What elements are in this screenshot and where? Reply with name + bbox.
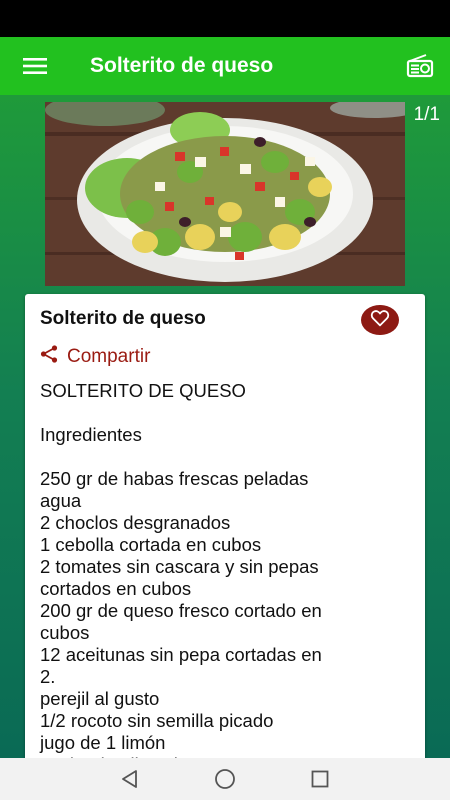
heart-icon (370, 309, 390, 332)
image-counter: 1/1 (413, 104, 440, 125)
recipe-line: 2 tomates sin cascara y sin pepas (40, 556, 319, 577)
recipe-line: 200 gr de queso fresco cortado en (40, 600, 322, 621)
radio-icon[interactable] (390, 37, 450, 95)
share-icon (39, 344, 59, 370)
recipe-line (40, 446, 420, 468)
recipe-card: Solterito de queso Compartir SOLTERITO D… (25, 294, 425, 764)
status-bar (0, 0, 450, 37)
recipe-line: 250 gr de habas frescas peladas (40, 468, 309, 489)
recipe-line: perejil al gusto (40, 688, 160, 709)
app-bar: Solterito de queso (0, 37, 450, 95)
recipe-line (40, 402, 420, 424)
recipe-line: cortados en cubos (40, 578, 192, 599)
system-nav-bar (0, 758, 450, 800)
recipe-line: 2 choclos desgranados (40, 512, 231, 533)
recipe-title: Solterito de queso (40, 308, 206, 329)
recipe-line: jugo de 1 limón (40, 732, 166, 753)
home-circle-icon[interactable] (178, 758, 273, 800)
hamburger-menu-icon[interactable] (0, 37, 70, 95)
share-button[interactable]: Compartir (39, 344, 150, 370)
recipe-line: 1/2 rocoto sin semilla picado (40, 710, 274, 731)
recipe-line: cubos (40, 622, 90, 643)
recipe-line: 2. (40, 666, 56, 687)
back-triangle-icon[interactable] (83, 758, 178, 800)
recipe-line: 12 aceitunas sin pepa cortadas en (40, 644, 322, 665)
share-label: Compartir (67, 346, 151, 367)
app-title: Solterito de queso (90, 54, 274, 77)
recipe-line: agua (40, 490, 82, 511)
recipe-line: Ingredientes (40, 424, 142, 445)
favorite-button[interactable] (361, 305, 399, 335)
recipe-line: 1 cebolla cortada en cubos (40, 534, 262, 555)
recents-square-icon[interactable] (273, 758, 368, 800)
recipe-text: SOLTERITO DE QUESO Ingredientes 250 gr d… (40, 380, 420, 764)
recipe-photo[interactable] (45, 102, 405, 286)
recipe-line: SOLTERITO DE QUESO (40, 380, 246, 401)
